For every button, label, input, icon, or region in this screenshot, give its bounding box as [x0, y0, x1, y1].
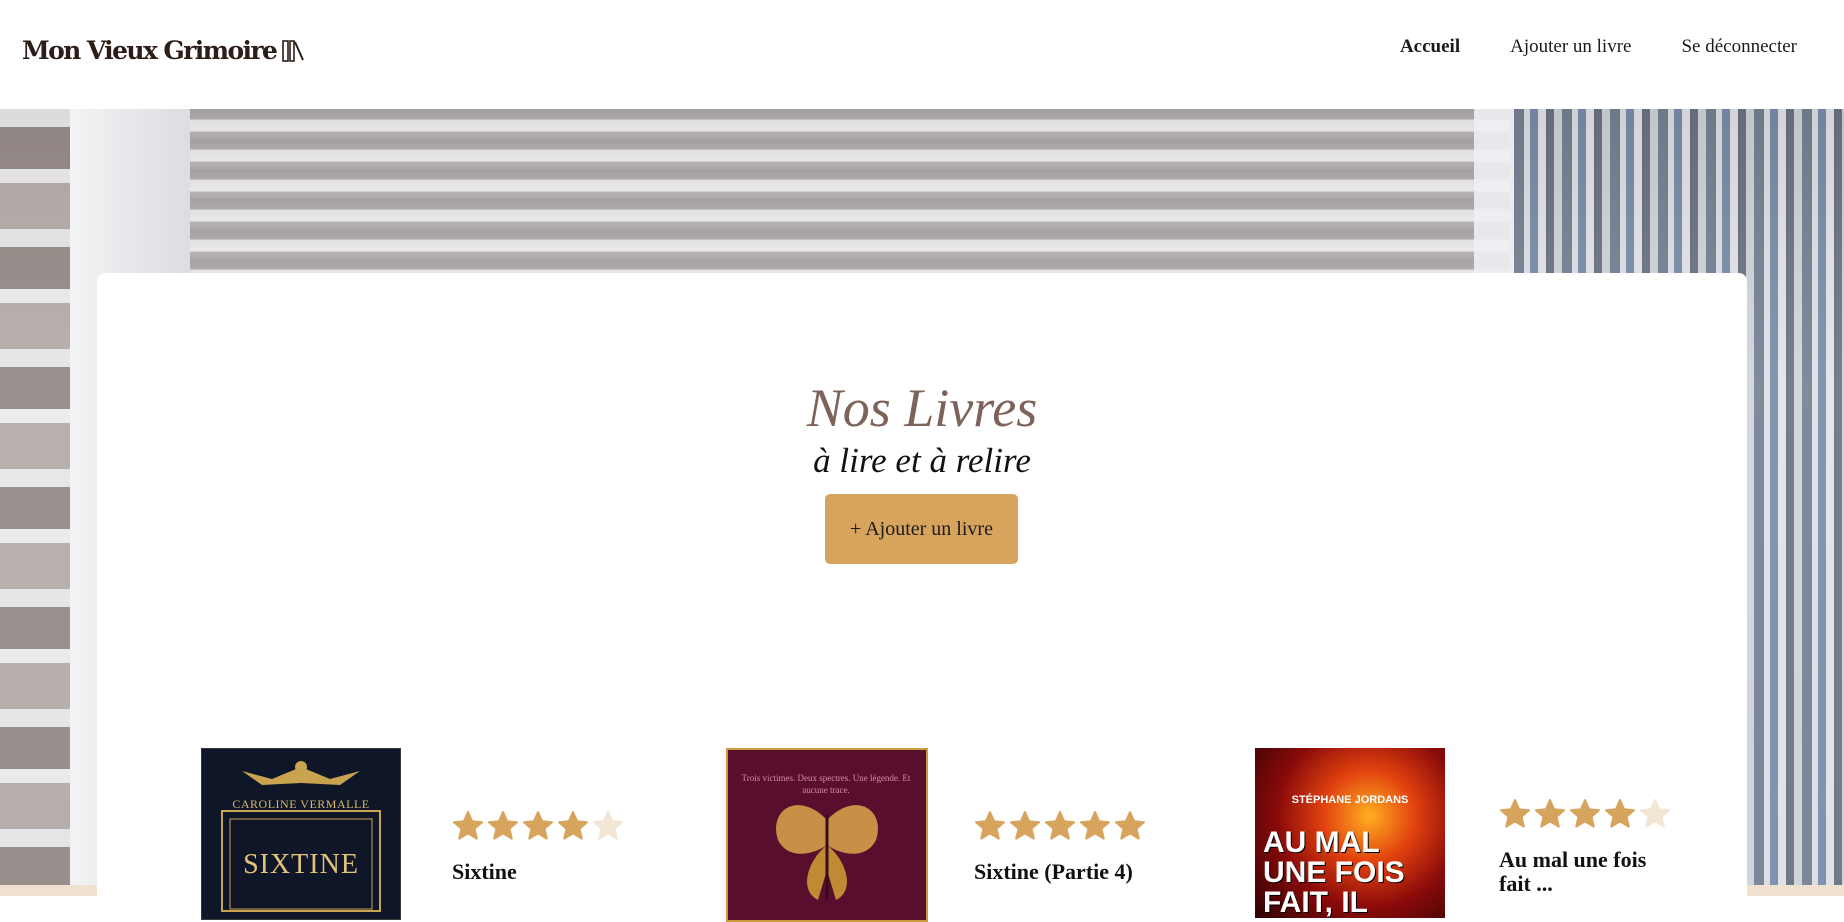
bookshelf-left	[0, 109, 70, 896]
rating-stars	[974, 810, 1146, 842]
book-title[interactable]: Au mal une fois fait ...	[1499, 848, 1679, 896]
site-header: Mon Vieux Grimoire Accueil Ajouter un li…	[0, 0, 1844, 109]
nav-link-ajouter-livre[interactable]: Ajouter un livre	[1510, 36, 1631, 58]
star-empty-icon	[1640, 799, 1670, 828]
rating-stars	[452, 810, 624, 842]
star-filled-icon	[488, 811, 518, 840]
star-filled-icon	[523, 811, 553, 840]
star-filled-icon	[1045, 811, 1075, 840]
ceiling-beams	[190, 109, 1510, 279]
book-title[interactable]: Sixtine (Partie 4)	[974, 860, 1174, 884]
cover-title: SIXTINE	[243, 849, 359, 880]
cover-author: CAROLINE VERMALLE	[232, 797, 370, 811]
books-panel: Nos Livres à lire et à relire + Ajouter …	[97, 273, 1747, 922]
books-icon	[282, 39, 305, 62]
nav-link-accueil[interactable]: Accueil	[1400, 36, 1460, 58]
star-filled-icon	[558, 811, 588, 840]
star-filled-icon	[1080, 811, 1110, 840]
nav-link-deconnexion[interactable]: Se déconnecter	[1681, 36, 1797, 58]
page-title: Nos Livres	[806, 378, 1038, 438]
cover-title: AU MAL UNE FOIS FAIT, IL N'EST PAS	[1263, 826, 1418, 919]
star-empty-icon	[593, 811, 623, 840]
star-filled-icon	[1010, 811, 1040, 840]
cover-author: STÉPHANE JORDANS	[1291, 794, 1409, 806]
book-cover[interactable]: STÉPHANE JORDANS AU MAL UNE FOIS FAIT, I…	[1255, 748, 1445, 918]
star-filled-icon	[1570, 799, 1600, 828]
cover-ornament	[221, 761, 381, 912]
star-filled-icon	[1115, 811, 1145, 840]
book-cover[interactable]: CAROLINE VERMALLE SIXTINE	[201, 748, 401, 920]
butterfly-icon	[776, 805, 878, 900]
site-logo[interactable]: Mon Vieux Grimoire	[22, 36, 306, 65]
page-subtitle: à lire et à relire	[813, 441, 1031, 480]
logo-text: Mon Vieux Grimoire	[22, 36, 278, 65]
star-filled-icon	[1500, 799, 1530, 828]
book-title[interactable]: Sixtine	[452, 860, 632, 884]
star-filled-icon	[975, 811, 1005, 840]
star-filled-icon	[1535, 799, 1565, 828]
rating-stars	[1499, 798, 1671, 830]
star-filled-icon	[1605, 799, 1635, 828]
main-nav: Accueil Ajouter un livre Se déconnecter	[1400, 36, 1797, 58]
add-book-button[interactable]: + Ajouter un livre	[825, 494, 1018, 564]
star-filled-icon	[453, 811, 483, 840]
